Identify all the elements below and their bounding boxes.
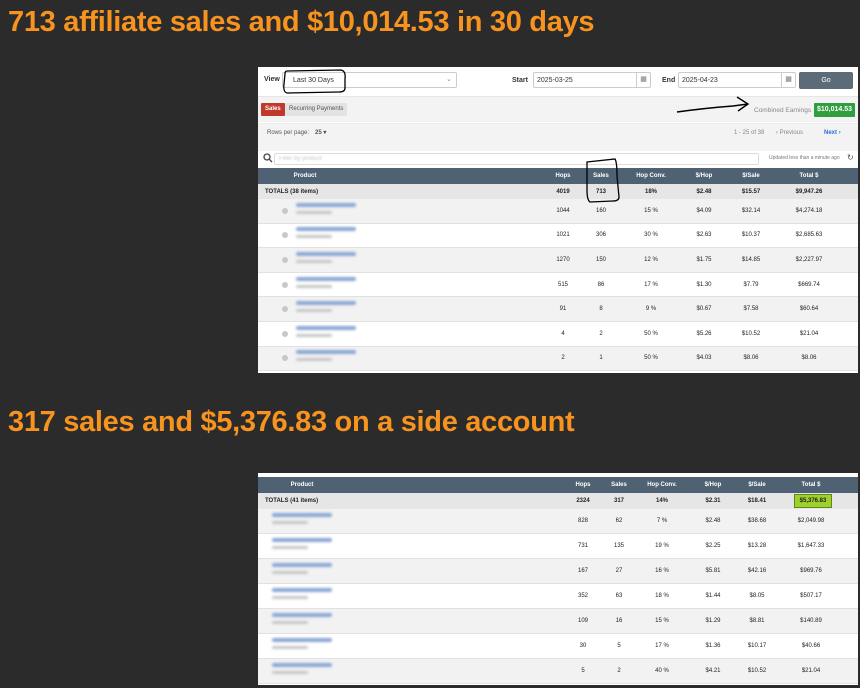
sales-total-circle xyxy=(586,158,620,203)
arrow-icon xyxy=(676,103,749,113)
annotation-overlay xyxy=(283,69,750,203)
view-select-circle xyxy=(283,69,346,94)
